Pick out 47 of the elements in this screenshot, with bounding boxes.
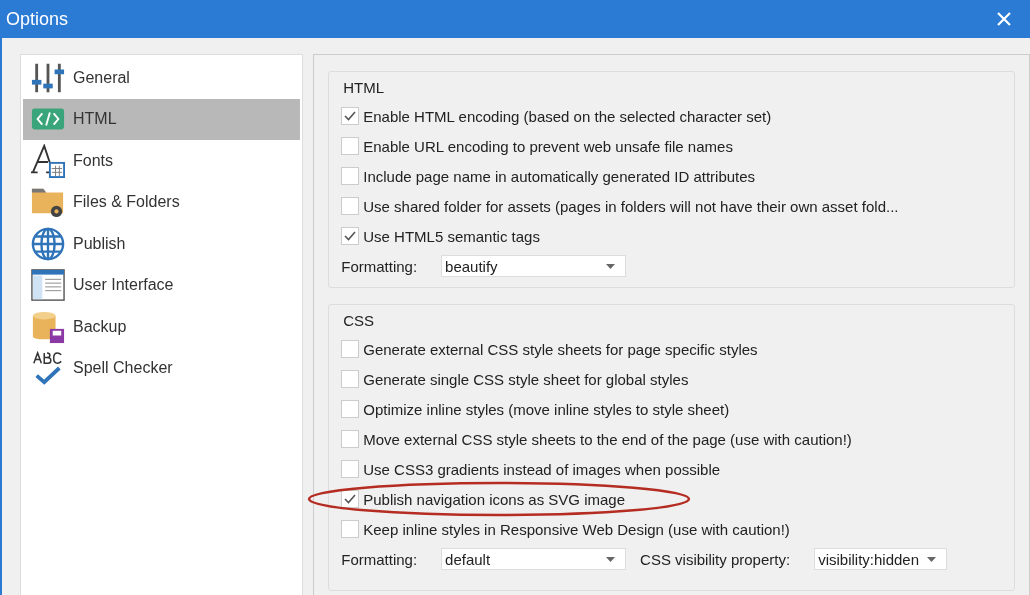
- font-icon: [31, 143, 65, 178]
- checkbox-option[interactable]: Enable URL encoding to prevent web unsafe file names: [341, 131, 1014, 161]
- dropdown[interactable]: beautify: [441, 255, 627, 277]
- checkbox-option[interactable]: Generate single CSS style sheet for global styles: [341, 364, 1014, 394]
- sidebar-item[interactable]: Spell Checker: [23, 347, 301, 389]
- checkbox[interactable]: [341, 490, 360, 508]
- checkbox[interactable]: [341, 107, 360, 125]
- dropdown[interactable]: default: [441, 548, 627, 570]
- caret-icon: [927, 556, 936, 562]
- checkbox-option[interactable]: Generate external CSS style sheets for page specific styles: [341, 334, 1014, 364]
- checkbox[interactable]: [341, 167, 360, 185]
- checkbox-option[interactable]: Use CSS3 gradients instead of images when possible: [341, 454, 1014, 484]
- checkbox[interactable]: [341, 227, 360, 245]
- checkbox[interactable]: [341, 197, 360, 215]
- database-save-icon: [31, 309, 65, 344]
- checkbox[interactable]: [341, 370, 360, 388]
- sidebar-item[interactable]: User Interface: [23, 264, 301, 306]
- window-icon: [31, 268, 65, 303]
- sidebar-item[interactable]: Publish: [23, 223, 301, 265]
- checkbox[interactable]: [341, 520, 360, 538]
- sidebar-item[interactable]: General: [23, 57, 301, 99]
- checkbox[interactable]: [341, 430, 360, 448]
- sidebar-item[interactable]: Fonts: [23, 140, 301, 182]
- checkbox[interactable]: [341, 400, 360, 418]
- sidebar-item[interactable]: HTML: [23, 98, 301, 140]
- checkbox-option[interactable]: Move external CSS style sheets to the end of the page (use with caution!): [341, 424, 1014, 454]
- checkbox[interactable]: [341, 340, 360, 358]
- dropdown-label: Formatting:: [341, 550, 418, 568]
- checkbox-option[interactable]: Use HTML5 semantic tags: [341, 221, 1014, 251]
- close-icon[interactable]: [996, 11, 1012, 27]
- sidebar-item[interactable]: Files & Folders: [23, 181, 301, 223]
- checkbox-option[interactable]: Enable HTML encoding (based on the selected character set): [341, 101, 1014, 131]
- dropdown[interactable]: visibility:hidden: [814, 548, 947, 570]
- sidebar-item[interactable]: Backup: [23, 306, 301, 348]
- window-title: Options: [6, 8, 69, 30]
- checkbox-option[interactable]: Publish navigation icons as SVG image: [341, 484, 1014, 514]
- dropdown-label: Formatting:: [341, 257, 418, 275]
- checkbox-option[interactable]: Keep inline styles in Responsive Web Design (use with caution!): [341, 514, 1014, 544]
- globe-icon: [31, 226, 65, 261]
- checkbox-option[interactable]: Use shared folder for assets (pages in folders will not have their own asset fold...: [341, 191, 1014, 221]
- caret-icon: [606, 556, 616, 562]
- caret-icon: [606, 263, 616, 269]
- checkbox-option[interactable]: Optimize inline styles (move inline styles to style sheet): [341, 394, 1014, 424]
- checkbox-option[interactable]: Include page name in automatically generated ID attributes: [341, 161, 1014, 191]
- checkbox[interactable]: [341, 460, 360, 478]
- checkbox[interactable]: [341, 137, 360, 155]
- dropdown-label: CSS visibility property:: [640, 550, 791, 568]
